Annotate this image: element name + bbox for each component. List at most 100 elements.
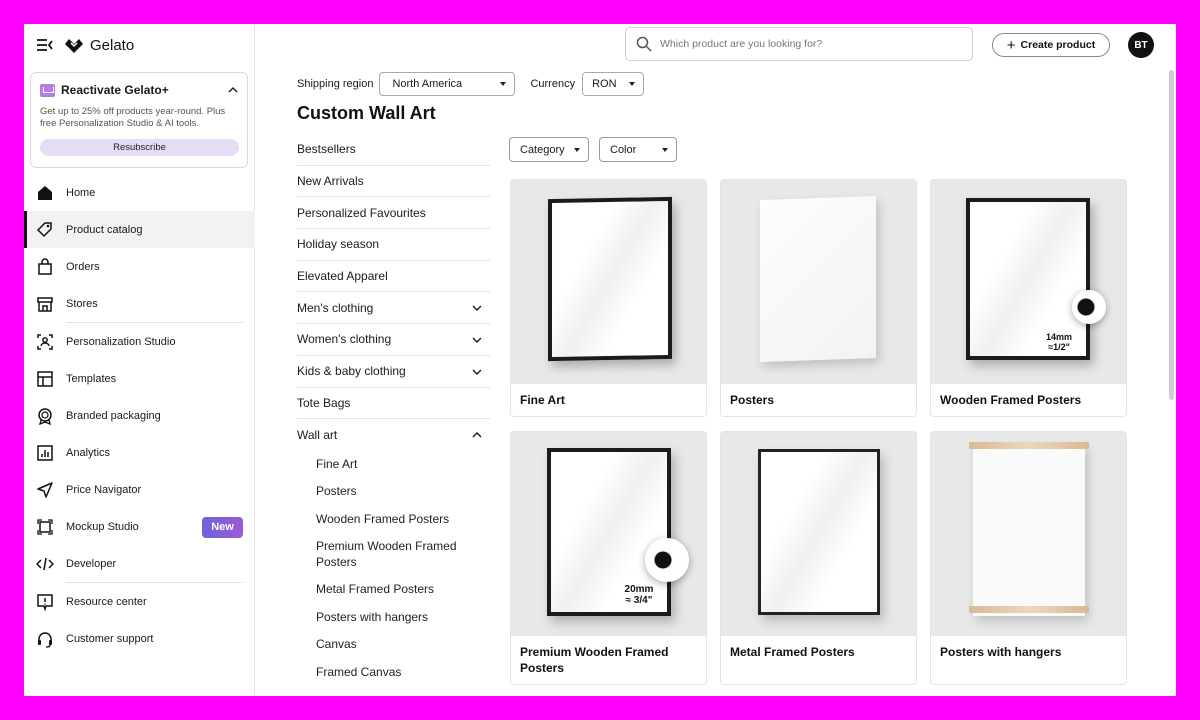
category-label: Kids & baby clothing [297,364,406,379]
analytics-icon [36,444,54,462]
shipping-region-value: North America [392,78,463,90]
category-label: Bestsellers [297,142,356,157]
gelato-logo-icon [65,39,83,53]
shipping-region-select[interactable]: North America [379,72,516,96]
sidebar-item-label: Customer support [66,632,154,645]
subcategory-item[interactable]: Wooden Framed Posters [316,506,490,534]
sidebar-item-mockup-studio[interactable]: Mockup Studio New [24,508,255,545]
sidebar-item-product-catalog[interactable]: Product catalog [24,211,255,248]
frame-dimension-label: 20mm ≈ 3/4" [624,584,654,606]
sidebar-item-home[interactable]: Home [24,174,255,211]
product-image [721,432,916,636]
category-item[interactable]: Elevated Apparel [297,261,490,293]
currency-select[interactable]: RON [582,72,645,96]
sidebar-item-branded-packaging[interactable]: Branded packaging [24,397,255,434]
brand-name: Gelato [90,36,135,54]
category-item[interactable]: Holiday season [297,229,490,261]
badge-icon [36,407,54,425]
region-row: Shipping region North America Currency R… [297,72,645,96]
subcategory-item[interactable]: Posters [316,478,490,506]
chevron-down-icon [472,337,482,344]
category-item[interactable]: Bestsellers [297,134,490,166]
product-image: 20mm ≈ 3/4" [511,432,706,636]
sidebar-item-label: Price Navigator [66,483,142,496]
sidebar-item-developer[interactable]: Developer [24,545,255,582]
search-icon [636,36,652,52]
sidebar-item-label: Branded packaging [66,409,161,422]
scrollbar-thumb[interactable] [1169,70,1174,400]
category-label: New Arrivals [297,174,364,189]
sidebar-item-label: Home [66,186,96,199]
product-card-posters[interactable]: Posters [720,179,917,417]
category-list: Bestsellers New Arrivals Personalized Fa… [297,134,490,686]
subcategory-item[interactable]: Fine Art [316,451,490,479]
product-card-premium-wooden-framed-posters[interactable]: 20mm ≈ 3/4" Premium Wooden Framed Posters [510,431,707,685]
bag-icon [36,257,54,276]
search-input[interactable] [660,38,960,50]
sidebar-item-templates[interactable]: Templates [24,360,255,397]
create-product-button[interactable]: + Create product [992,33,1110,57]
sidebar-item-orders[interactable]: Orders [24,248,255,285]
category-item[interactable]: Tote Bags [297,388,490,420]
product-title: Fine Art [520,393,565,407]
category-label: Men's clothing [297,300,374,315]
product-title: Premium Wooden Framed Posters [520,645,669,675]
mockup-icon [36,518,54,536]
avatar[interactable]: BT [1128,32,1154,58]
sidebar-item-label: Product catalog [66,223,143,236]
product-card-metal-framed-posters[interactable]: Metal Framed Posters [720,431,917,685]
collapse-menu-icon[interactable] [36,37,54,53]
subcategory-item[interactable]: Framed Canvas [316,659,490,687]
currency-label: Currency [530,78,576,90]
code-icon [36,555,54,573]
sidebar-item-price-navigator[interactable]: Price Navigator [24,471,255,508]
chevron-down-icon [472,305,482,312]
tag-icon [36,221,54,239]
subcategory-item[interactable]: Premium Wooden Framed Posters [316,533,490,576]
product-card-posters-with-hangers[interactable]: Posters with hangers [930,431,1127,685]
sidebar-item-label: Analytics [66,446,111,459]
chevron-up-icon[interactable] [228,85,238,95]
product-card-fine-art[interactable]: Fine Art [510,179,707,417]
category-item[interactable]: Personalized Favourites [297,197,490,230]
sidebar-item-stores[interactable]: Stores [24,285,255,322]
sidebar-item-resource-center[interactable]: Resource center [24,583,255,620]
subcategory-item[interactable]: Canvas [316,631,490,659]
product-image [511,180,706,384]
sidebar-item-analytics[interactable]: Analytics [24,434,255,471]
product-card-wooden-framed-posters[interactable]: 14mm ≈1/2" Wooden Framed Posters [930,179,1127,417]
category-item[interactable]: Kids & baby clothing [297,356,490,388]
search-bar[interactable] [625,27,973,61]
category-label: Women's clothing [297,332,392,347]
sidebar-item-label: Resource center [66,595,147,608]
category-label: Elevated Apparel [297,269,388,284]
product-image [931,432,1126,636]
store-icon [36,295,54,313]
sidebar-item-label: Personalization Studio [66,335,176,348]
caret-down-icon [574,147,580,152]
color-filter[interactable]: Color [599,137,677,162]
subcategory-item[interactable]: Metal Framed Posters [316,576,490,604]
category-label: Personalized Favourites [297,205,426,220]
currency-value: RON [592,78,617,90]
crown-icon [40,83,55,97]
chevron-down-icon [472,369,482,375]
subcategory-item[interactable]: Posters with hangers [316,604,490,632]
promo-title: Reactivate Gelato+ [61,83,169,97]
category-item[interactable]: Women's clothing [297,324,490,356]
wall-art-subcategories: Fine Art Posters Wooden Framed Posters P… [297,451,490,687]
product-image: 14mm ≈1/2" [931,180,1126,384]
sidebar-nav: Home Product catalog Orders Stores Perso… [24,174,255,657]
category-filter[interactable]: Category [509,137,589,162]
category-item[interactable]: Men's clothing [297,292,490,325]
category-item[interactable]: New Arrivals [297,166,490,198]
sidebar-item-customer-support[interactable]: Customer support [24,620,255,657]
sidebar-item-label: Stores [66,297,98,310]
sidebar-item-personalization-studio[interactable]: Personalization Studio [24,323,255,360]
resubscribe-button[interactable]: Resubscribe [40,139,239,156]
category-item-wall-art[interactable]: Wall art [297,419,490,451]
frame-detail-magnifier [645,538,689,582]
headset-icon [36,630,54,648]
sidebar-item-label: Orders [66,260,100,273]
category-label: Wall art [297,428,338,443]
